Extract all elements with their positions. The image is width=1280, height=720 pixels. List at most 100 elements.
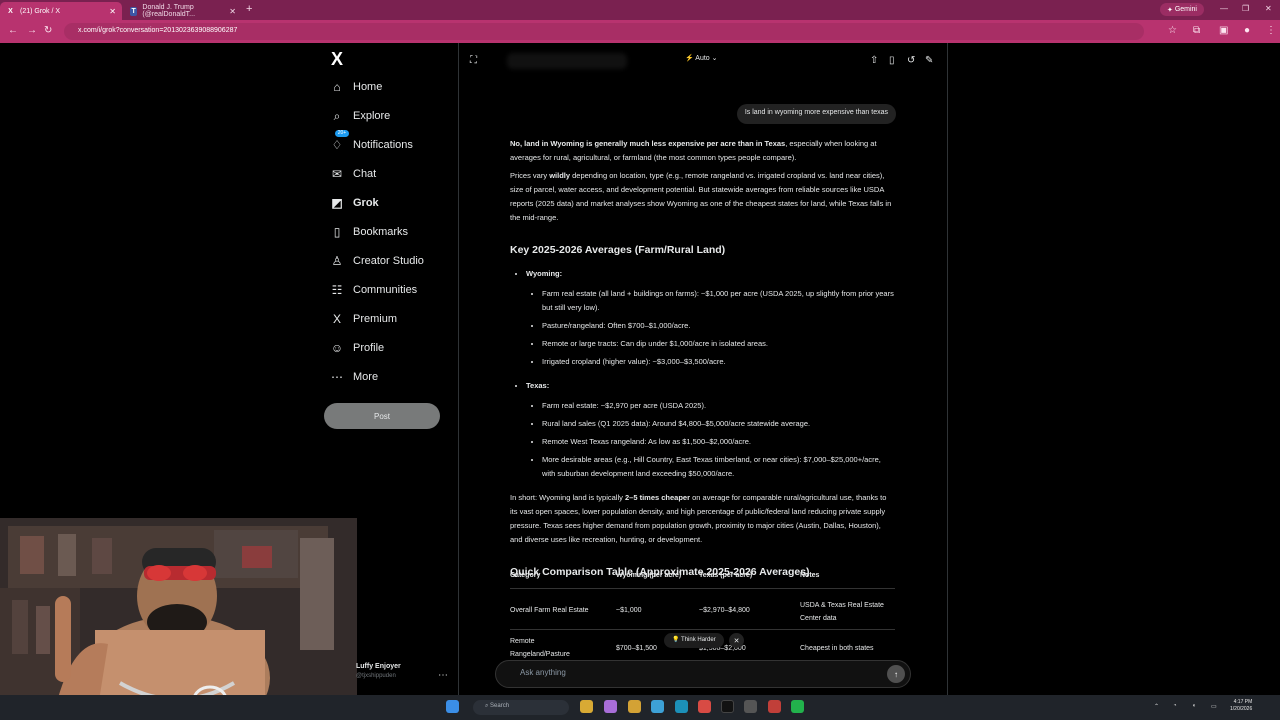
- x-favicon-icon: X: [8, 7, 13, 15]
- tab-title: Donald J. Trump (@realDonaldT...: [142, 4, 196, 18]
- x-logo[interactable]: X: [331, 49, 343, 70]
- sidebar-item-label: Grok: [353, 197, 379, 209]
- volume-icon[interactable]: ◖: [1192, 703, 1196, 709]
- edge-icon[interactable]: [675, 700, 688, 713]
- tab-title: (21) Grok / X: [20, 7, 61, 15]
- sidebar-icon[interactable]: ▣: [1219, 25, 1228, 36]
- list-item: Irrigated cropland (higher value): ~$3,0…: [542, 355, 894, 369]
- post-button[interactable]: Post: [324, 403, 440, 429]
- sidebar-item-communities[interactable]: ☷ Communities: [330, 279, 418, 301]
- close-icon[interactable]: ✕: [729, 633, 744, 648]
- sidebar-item-label: Bookmarks: [353, 226, 409, 238]
- minimize-icon[interactable]: —: [1220, 4, 1228, 13]
- mode-selector[interactable]: ⚡ Auto ⌄: [685, 54, 718, 62]
- communities-icon: ☷: [331, 283, 343, 297]
- taskbar-clock[interactable]: 4:17 PM 1/20/2026: [1230, 699, 1252, 713]
- sidebar-item-creator-studio[interactable]: ♙ Creator Studio: [330, 250, 424, 272]
- sidebar-item-grok[interactable]: ◩ Grok: [330, 192, 379, 214]
- table-cell: $700–$1,500: [616, 645, 657, 652]
- sidebar-item-label: Premium: [353, 313, 398, 325]
- notification-badge: 20+: [335, 130, 349, 137]
- folder-icon[interactable]: [628, 700, 641, 713]
- table-header-cell: Texas (per acre): [699, 572, 753, 579]
- tab-trump[interactable]: T Donald J. Trump (@realDonaldT... ✕: [124, 2, 242, 20]
- sidebar-item-more[interactable]: ⋯ More: [330, 366, 378, 388]
- history-icon[interactable]: ↺: [907, 55, 915, 66]
- taskbar: ⌕ Search ⌃ ◔ ◖ ▭ 4:17 PM 1/20/2026: [0, 695, 1280, 720]
- premium-icon: X: [332, 312, 341, 326]
- send-button[interactable]: ↑: [887, 665, 905, 683]
- url-field[interactable]: x.com/i/grok?conversation=20130236390889…: [64, 23, 1144, 40]
- taskbar-search[interactable]: ⌕ Search: [473, 700, 569, 715]
- bookmark-star-icon[interactable]: ☆: [1168, 25, 1177, 36]
- chrome-icon[interactable]: [698, 700, 711, 713]
- sidebar-item-home[interactable]: ⌂ Home: [330, 76, 382, 98]
- back-icon[interactable]: ←: [8, 25, 18, 36]
- grok-answer: No, land in Wyoming is generally much le…: [510, 137, 894, 589]
- heading-averages: Key 2025-2026 Averages (Farm/Rural Land): [510, 244, 726, 256]
- maximize-icon[interactable]: ❐: [1242, 4, 1249, 13]
- new-chat-icon[interactable]: ✎: [925, 55, 933, 66]
- avatar[interactable]: ●: [1244, 25, 1250, 36]
- spotify-icon[interactable]: [791, 700, 804, 713]
- expand-icon[interactable]: ⛶: [470, 55, 477, 66]
- list-item: Remote or large tracts: Can dip under $1…: [542, 337, 894, 351]
- sidebar-item-profile[interactable]: ☺ Profile: [330, 337, 384, 359]
- table-header-cell: Wyoming (per acre): [616, 572, 682, 579]
- app-icon[interactable]: [721, 700, 734, 713]
- close-window-icon[interactable]: ✕: [1265, 4, 1272, 13]
- widget-icon[interactable]: [604, 700, 617, 713]
- sidebar-item-label: Profile: [353, 342, 385, 354]
- webcam-image: [0, 518, 357, 720]
- table-header-cell: Category: [510, 572, 541, 579]
- close-tab-icon[interactable]: ✕: [109, 7, 116, 16]
- share-icon[interactable]: ⇧: [870, 55, 878, 66]
- forward-icon[interactable]: →: [27, 25, 37, 36]
- sidebar-item-label: Explore: [353, 110, 391, 122]
- webcam-overlay: [0, 518, 357, 720]
- file-explorer-icon[interactable]: [580, 700, 593, 713]
- sidebar-item-label: Communities: [353, 284, 418, 296]
- extensions-icon[interactable]: ⧉: [1193, 25, 1200, 36]
- wifi-icon[interactable]: ◔: [1173, 703, 1177, 709]
- tray-icon[interactable]: ⌃: [1154, 703, 1159, 710]
- think-harder-chip[interactable]: 💡 Think Harder: [664, 633, 724, 648]
- store-icon[interactable]: [651, 700, 664, 713]
- menu-icon[interactable]: ⋮: [1266, 25, 1276, 36]
- bell-icon: ♢: [331, 138, 343, 152]
- close-tab-icon[interactable]: ✕: [229, 7, 236, 16]
- creator-icon: ♙: [331, 254, 343, 268]
- table-cell: Cheapest in both states: [800, 645, 874, 652]
- user-name: Luffy Enjoyer: [356, 663, 401, 670]
- windows-start-icon[interactable]: [446, 700, 459, 713]
- answer-summary: In short: Wyoming land is typically 2–5 …: [510, 493, 887, 544]
- sidebar-item-bookmarks[interactable]: ▯ Bookmarks: [330, 221, 408, 243]
- table-cell: Remote Rangeland/Pasture: [510, 638, 570, 658]
- list-item: Pasture/rangeland: Often $700–$1,000/acr…: [542, 319, 894, 333]
- reload-icon[interactable]: ↻: [44, 25, 52, 36]
- account-switcher[interactable]: Luffy Enjoyer @tjxshippuden: [356, 663, 401, 679]
- new-tab-icon[interactable]: +: [246, 3, 252, 15]
- answer-intro: No, land in Wyoming is generally much le…: [510, 139, 877, 162]
- table-cell: ~$1,000: [616, 607, 642, 614]
- gemini-button[interactable]: ✦ Gemini: [1160, 3, 1204, 16]
- more-options-icon[interactable]: ⋯: [438, 670, 448, 681]
- browser-icon[interactable]: [768, 700, 781, 713]
- obs-icon[interactable]: [744, 700, 757, 713]
- ask-input[interactable]: Ask anything: [495, 660, 911, 688]
- search-icon: ⌕: [333, 108, 341, 123]
- sidebar-item-explore[interactable]: ⌕ Explore: [330, 105, 391, 127]
- tab-grok[interactable]: X (21) Grok / X ✕: [0, 2, 122, 20]
- sidebar-item-chat[interactable]: ✉ Chat: [330, 163, 376, 185]
- sidebar-item-label: Creator Studio: [353, 255, 424, 267]
- battery-icon[interactable]: ▭: [1211, 703, 1217, 710]
- table-header-cell: Notes: [800, 572, 820, 579]
- sidebar-item-label: Notifications: [353, 139, 413, 151]
- sidebar-item-notifications[interactable]: 20+ ♢ Notifications: [330, 130, 413, 156]
- sidebar-item-label: More: [353, 371, 379, 383]
- table-cell: ~$2,970–$4,800: [699, 607, 750, 614]
- sidebar-item-premium[interactable]: X Premium: [330, 308, 397, 330]
- bookmark-icon[interactable]: ▯: [889, 55, 895, 66]
- address-bar-row: ← → ↻ x.com/i/grok?conversation=20130236…: [0, 20, 1280, 43]
- table-cell: Overall Farm Real Estate: [510, 607, 589, 614]
